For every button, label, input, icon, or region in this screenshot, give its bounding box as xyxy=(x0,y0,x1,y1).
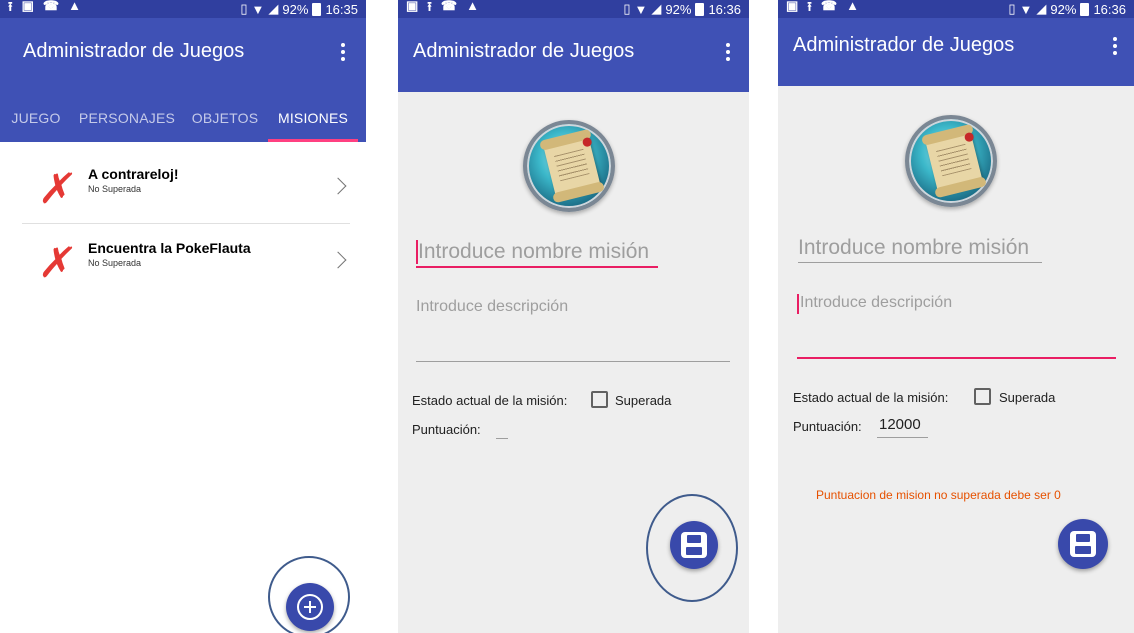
description-input-underline xyxy=(416,361,730,362)
tab-juego[interactable]: JUEGO xyxy=(0,94,72,142)
superada-checkbox[interactable] xyxy=(591,391,608,408)
mission-avatar[interactable] xyxy=(523,120,615,212)
score-label: Puntuación: xyxy=(412,422,481,437)
clock: 16:35 xyxy=(325,1,358,17)
vibrate-icon: ▯ xyxy=(240,1,248,16)
app-title: Administrador de Juegos xyxy=(23,40,245,62)
save-button[interactable] xyxy=(1058,519,1108,569)
battery-icon xyxy=(312,2,322,16)
cross-icon: ✗ xyxy=(35,238,80,287)
image-icon: ▣ xyxy=(21,0,34,13)
signal-icon: ◢ xyxy=(1036,1,1047,16)
tab-misiones[interactable]: MISIONES xyxy=(268,94,358,142)
tab-objetos[interactable]: OBJETOS xyxy=(182,94,268,142)
mission-name: Encuentra la PokeFlauta xyxy=(88,240,251,256)
warning-icon: ▲ xyxy=(68,0,81,13)
clock: 16:36 xyxy=(1093,1,1126,17)
text-cursor xyxy=(797,294,799,314)
battery-icon xyxy=(1080,2,1090,16)
overflow-menu-icon[interactable] xyxy=(336,38,350,66)
overflow-menu-icon[interactable] xyxy=(721,38,735,66)
mission-status: No Superada xyxy=(88,184,142,194)
mission-list: ✗ A contrareloj! No Superada ✗ Encuentra… xyxy=(0,150,366,298)
signal-icon: ◢ xyxy=(651,1,662,16)
mission-status: No Superada xyxy=(88,258,142,268)
battery-percent: 92% xyxy=(665,1,692,17)
error-message: Puntuacion de mision no superada debe se… xyxy=(816,488,1061,502)
missed-call-icon: ☎ xyxy=(820,0,838,13)
tab-personajes[interactable]: PERSONAJES xyxy=(72,94,182,142)
app-bar: Administrador de Juegos xyxy=(778,18,1134,86)
score-label: Puntuación: xyxy=(793,419,862,434)
score-input[interactable]: 12000 xyxy=(879,416,921,433)
missed-call-icon: ☎ xyxy=(440,0,458,13)
missed-call-icon: ☎ xyxy=(42,0,60,13)
chevron-right-icon xyxy=(329,251,347,269)
cross-icon: ✗ xyxy=(35,164,80,213)
wifi-icon: ▼ xyxy=(634,1,648,17)
battery-percent: 92% xyxy=(1050,1,1077,17)
app-bar: Administrador de Juegos xyxy=(0,18,366,94)
scroll-icon xyxy=(924,128,984,194)
plus-circle-icon xyxy=(297,594,323,620)
image-icon: ▣ xyxy=(786,0,799,13)
clock: 16:36 xyxy=(708,1,741,17)
status-bar: ⭱ ▣ ☎ ▲ ▯ ▼ ◢ 92% 16:35 xyxy=(0,0,366,18)
list-item[interactable]: ✗ A contrareloj! No Superada xyxy=(22,150,350,224)
status-bar: ▣ ⭱ ☎ ▲ ▯ ▼ ◢ 92% 16:36 xyxy=(398,0,749,18)
screen-new-mission: ▣ ⭱ ☎ ▲ ▯ ▼ ◢ 92% 16:36 Administrador de… xyxy=(398,0,749,633)
image-icon: ▣ xyxy=(406,0,419,13)
vibrate-icon: ▯ xyxy=(1008,1,1016,16)
upload-icon: ⭱ xyxy=(807,0,812,14)
name-input-underline xyxy=(798,262,1042,263)
score-input[interactable] xyxy=(496,438,508,439)
upload-icon: ⭱ xyxy=(427,0,432,14)
superada-checkbox[interactable] xyxy=(974,388,991,405)
status-bar: ▣ ⭱ ☎ ▲ ▯ ▼ ◢ 92% 16:36 xyxy=(778,0,1134,18)
checkbox-label[interactable]: Superada xyxy=(615,393,671,408)
screen-mission-list: ⭱ ▣ ☎ ▲ ▯ ▼ ◢ 92% 16:35 Administrador de… xyxy=(0,0,366,633)
screen-new-mission-error: ▣ ⭱ ☎ ▲ ▯ ▼ ◢ 92% 16:36 Administrador de… xyxy=(778,0,1134,633)
save-button[interactable] xyxy=(670,521,718,569)
floppy-disk-icon xyxy=(1070,531,1096,557)
mission-description-input[interactable]: Introduce descripción xyxy=(416,298,568,316)
battery-percent: 92% xyxy=(282,1,309,17)
warning-icon: ▲ xyxy=(466,0,479,13)
warning-icon: ▲ xyxy=(846,0,859,13)
overflow-menu-icon[interactable] xyxy=(1108,32,1122,60)
add-mission-button[interactable] xyxy=(286,583,334,631)
score-input-underline xyxy=(877,437,928,438)
state-label: Estado actual de la misión: xyxy=(412,393,568,408)
mission-description-input[interactable]: Introduce descripción xyxy=(800,294,952,312)
chevron-right-icon xyxy=(329,177,347,195)
battery-icon xyxy=(695,2,705,16)
app-bar: Administrador de Juegos xyxy=(398,18,749,92)
signal-icon: ◢ xyxy=(268,1,279,16)
mission-name: A contrareloj! xyxy=(88,166,179,182)
upload-icon: ⭱ xyxy=(8,0,13,14)
scroll-icon xyxy=(542,133,602,199)
name-input-underline xyxy=(416,266,658,268)
mission-avatar[interactable] xyxy=(905,115,997,207)
app-title: Administrador de Juegos xyxy=(793,34,1015,56)
state-label: Estado actual de la misión: xyxy=(793,390,949,405)
list-item[interactable]: ✗ Encuentra la PokeFlauta No Superada xyxy=(22,224,350,298)
wifi-icon: ▼ xyxy=(251,1,265,17)
checkbox-label[interactable]: Superada xyxy=(999,390,1055,405)
tab-bar: JUEGO PERSONAJES OBJETOS MISIONES xyxy=(0,94,366,142)
wifi-icon: ▼ xyxy=(1019,1,1033,17)
description-input-underline xyxy=(797,357,1116,359)
app-title: Administrador de Juegos xyxy=(413,40,635,62)
vibrate-icon: ▯ xyxy=(623,1,631,16)
floppy-disk-icon xyxy=(681,532,707,558)
